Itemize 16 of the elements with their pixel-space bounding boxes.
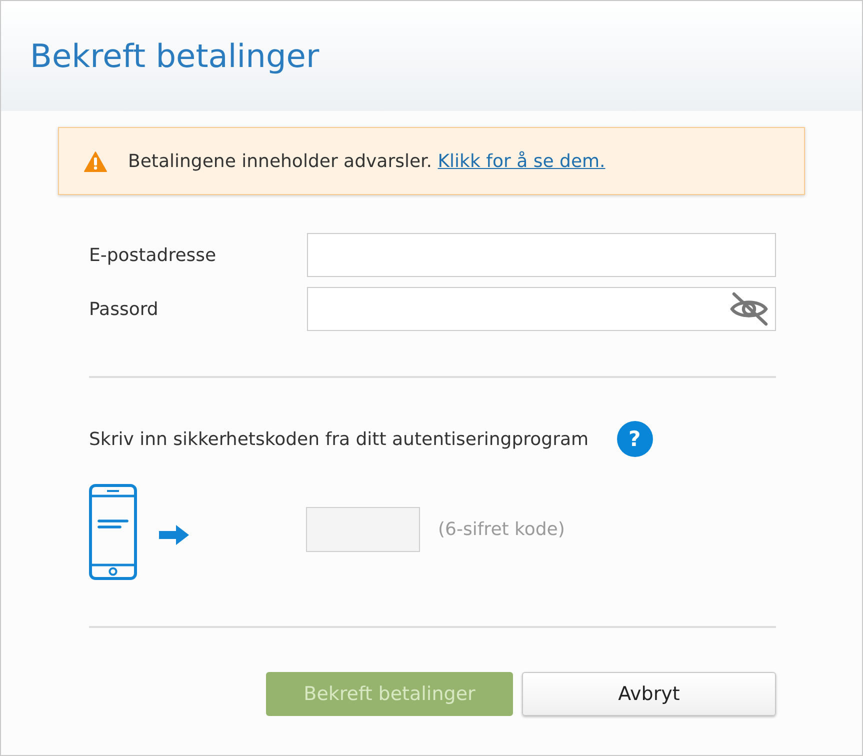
smartphone-icon: [89, 484, 137, 580]
warning-message: Betalingene inneholder advarsler. Klikk for å se dem.: [128, 150, 606, 172]
right-arrow-icon: [159, 525, 189, 545]
help-button[interactable]: ?: [616, 421, 653, 457]
email-field[interactable]: [307, 233, 776, 277]
field-label: Passord: [89, 298, 160, 320]
field-label: E-postadresse: [89, 244, 218, 266]
window-title: Bekreft betalinger: [30, 36, 320, 76]
eye-slash-icon[interactable]: [729, 292, 769, 326]
warning-icon: [84, 150, 107, 172]
code-hint: (6-sifret kode): [438, 518, 565, 540]
security-code-field[interactable]: [306, 506, 420, 552]
cancel-button[interactable]: Avbryt: [522, 672, 776, 716]
password-field[interactable]: [307, 287, 776, 331]
show-warnings-link[interactable]: Klikk for å se dem.: [438, 150, 606, 172]
security-code-prompt: Skriv inn sikkerhetskoden fra ditt autentiseringprogram: [89, 428, 589, 450]
